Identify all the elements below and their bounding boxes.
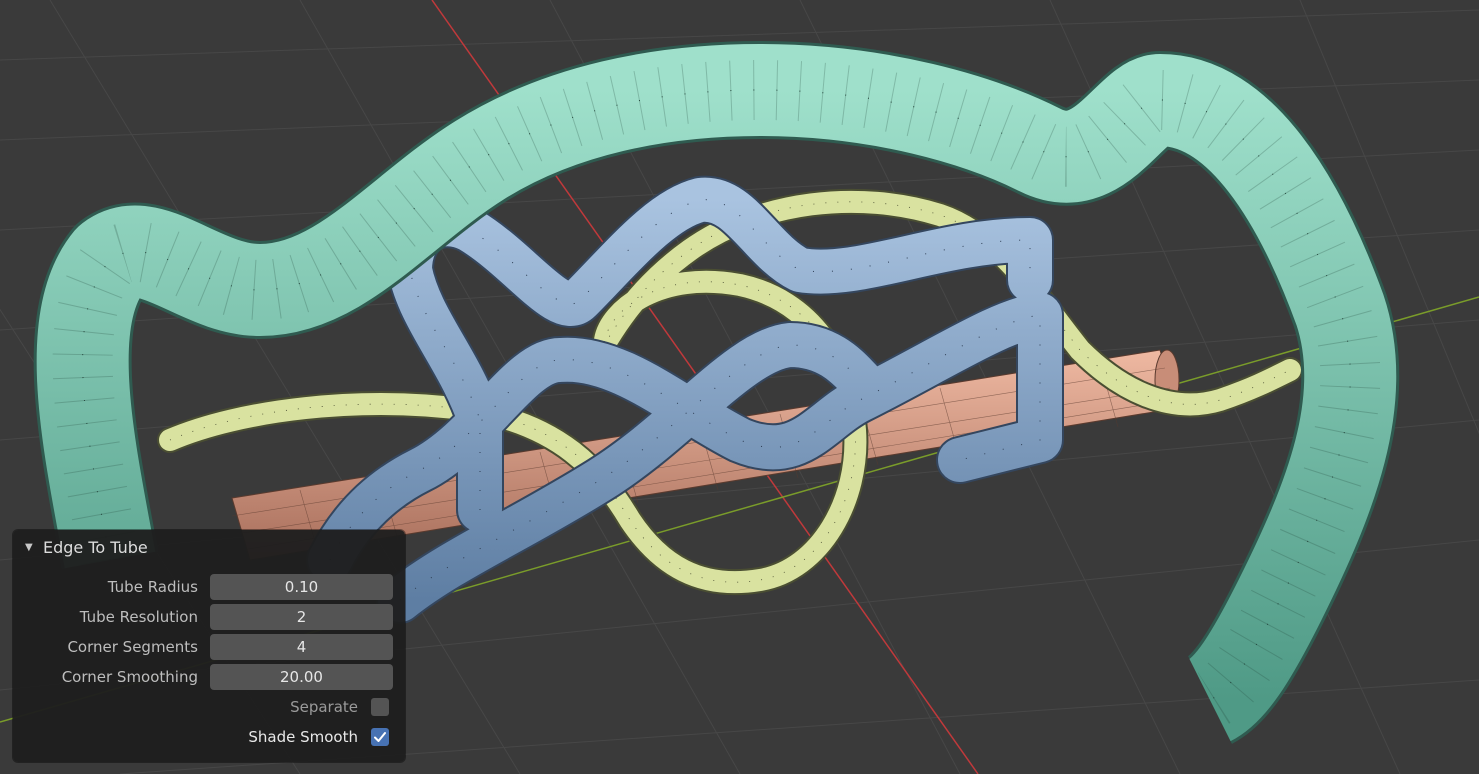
tube-radius-field[interactable]: 0.10 xyxy=(210,574,393,600)
checkmark-icon xyxy=(374,732,386,742)
panel-title: Edge To Tube xyxy=(43,537,148,557)
shade-smooth-checkbox[interactable] xyxy=(371,728,389,746)
corner-smoothing-row: Corner Smoothing 20.00 xyxy=(13,664,405,690)
corner-segments-field[interactable]: 4 xyxy=(210,634,393,660)
tube-radius-label: Tube Radius xyxy=(107,578,198,596)
operator-panel: ▼ Edge To Tube Tube Radius 0.10 Tube Res… xyxy=(13,530,405,762)
corner-smoothing-field[interactable]: 20.00 xyxy=(210,664,393,690)
corner-smoothing-label: Corner Smoothing xyxy=(61,668,198,686)
chevron-down-icon[interactable]: ▼ xyxy=(25,542,35,553)
panel-header[interactable]: ▼ Edge To Tube xyxy=(13,530,405,564)
tube-radius-row: Tube Radius 0.10 xyxy=(13,574,405,600)
shade-smooth-label: Shade Smooth xyxy=(248,728,358,746)
shade-smooth-row: Shade Smooth xyxy=(13,724,405,750)
separate-row: Separate xyxy=(13,694,405,720)
separate-checkbox[interactable] xyxy=(371,698,389,716)
tube-resolution-row: Tube Resolution 2 xyxy=(13,604,405,630)
separate-label: Separate xyxy=(290,698,358,716)
tube-resolution-field[interactable]: 2 xyxy=(210,604,393,630)
corner-segments-label: Corner Segments xyxy=(67,638,198,656)
tube-resolution-label: Tube Resolution xyxy=(79,608,198,626)
corner-segments-row: Corner Segments 4 xyxy=(13,634,405,660)
